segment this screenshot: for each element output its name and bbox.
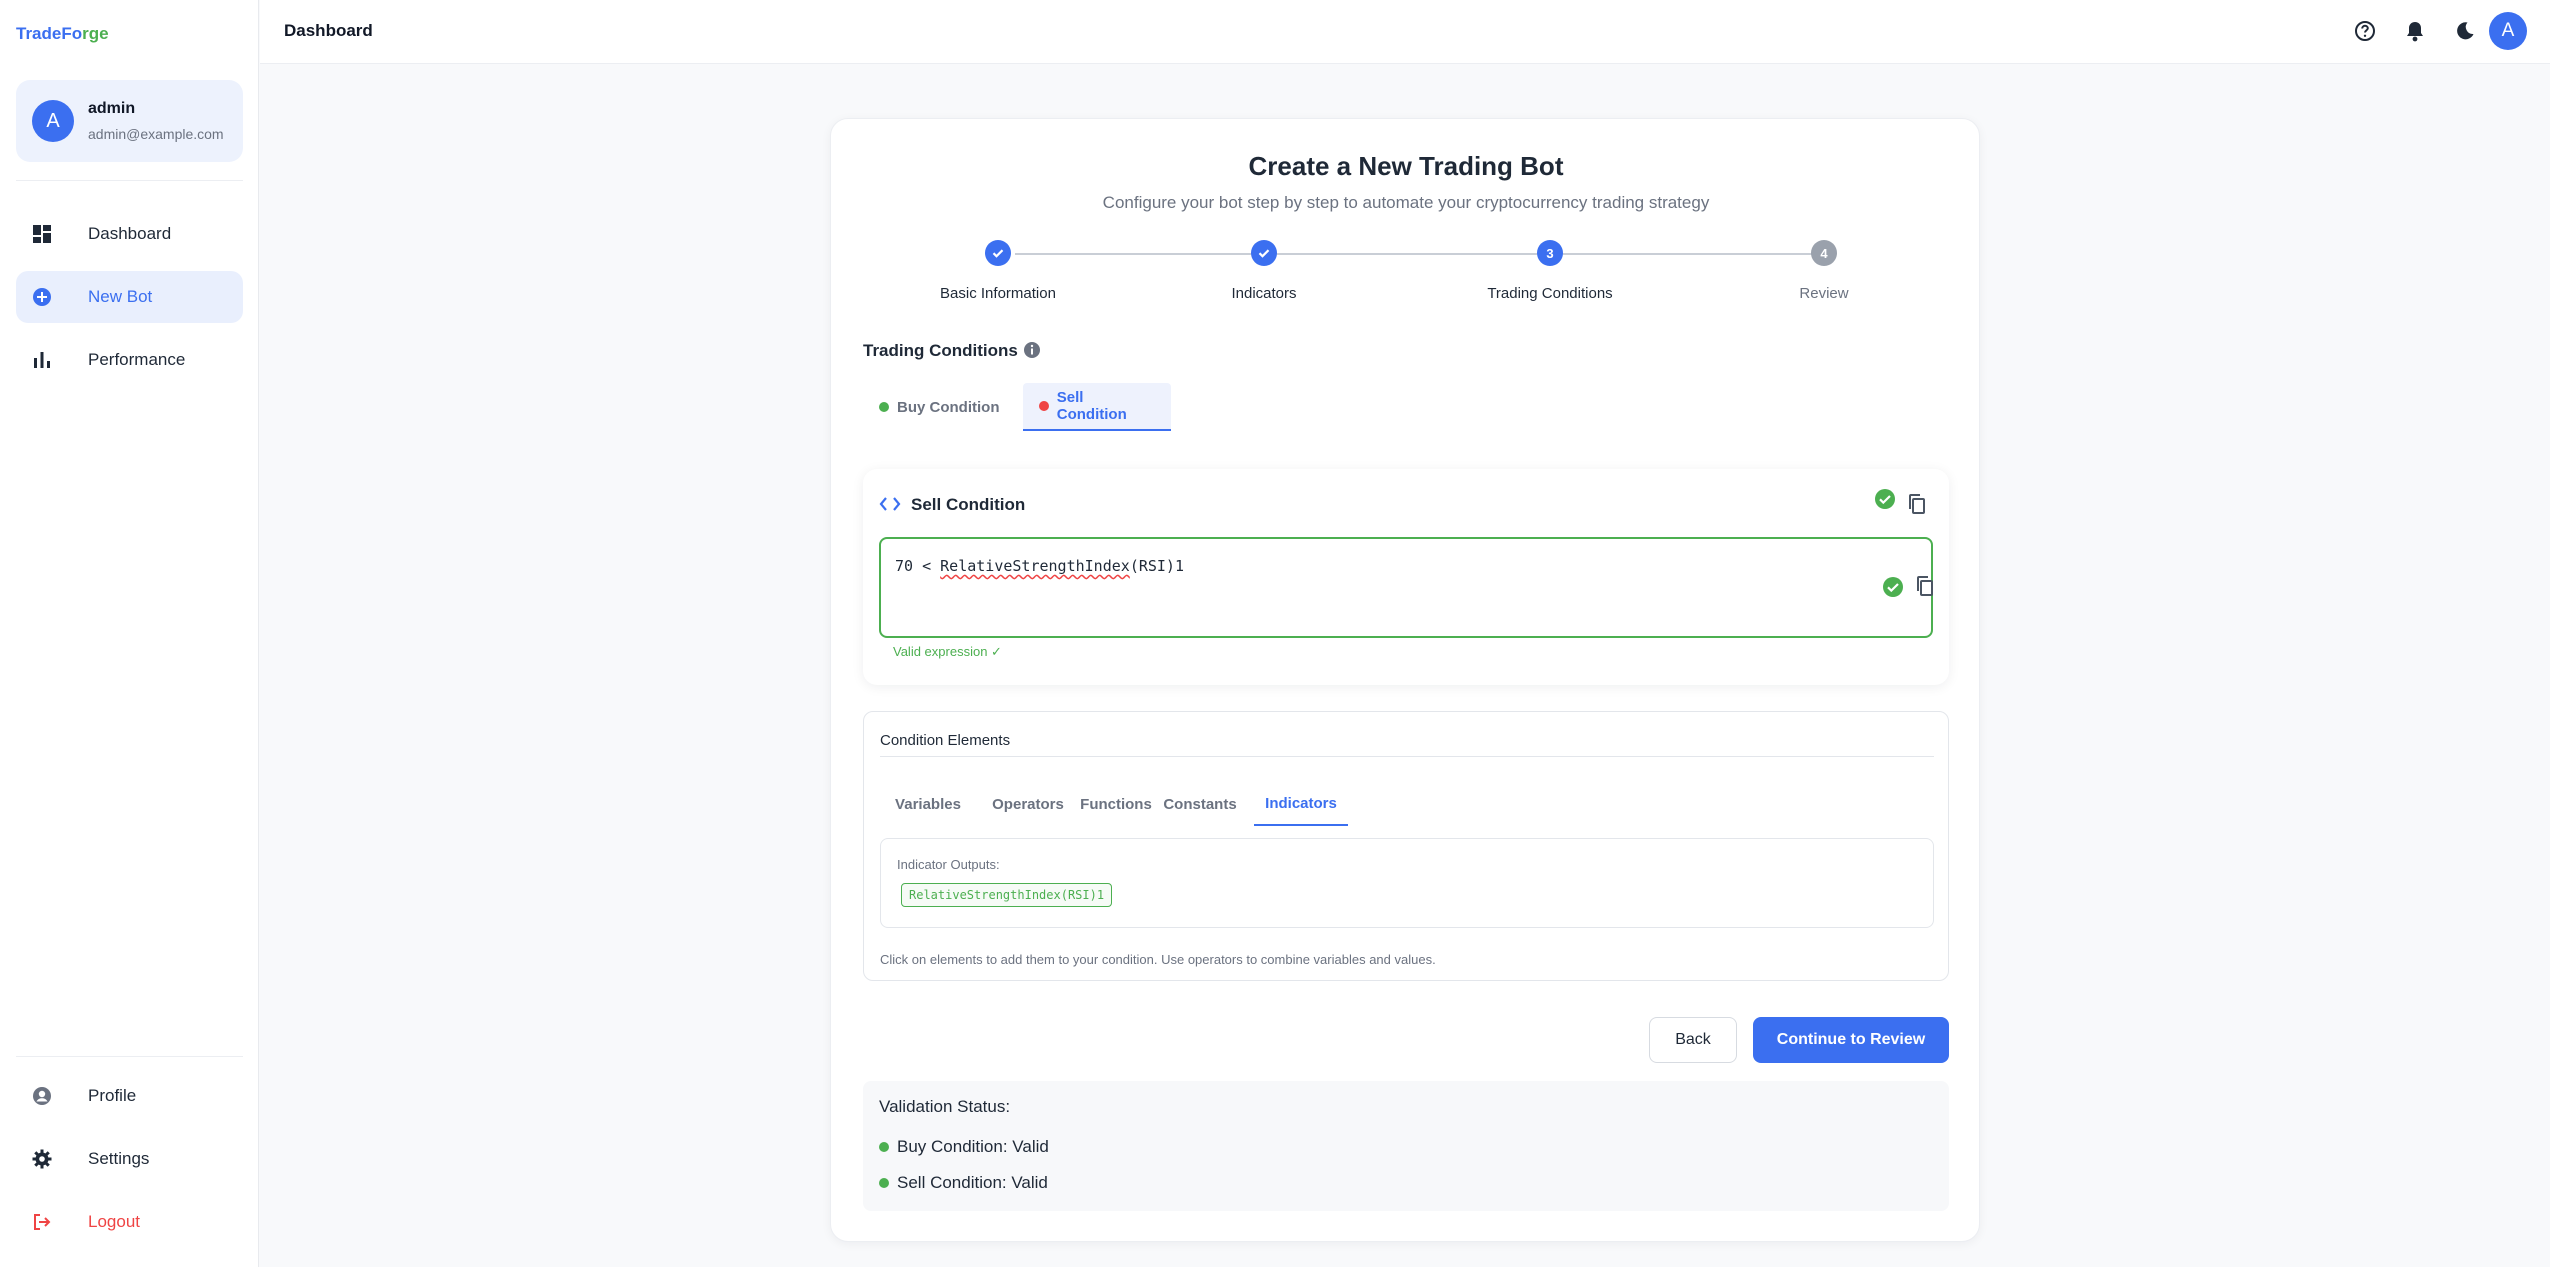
user-email: admin@example.com [88, 126, 224, 142]
info-icon[interactable] [1023, 341, 1041, 359]
expression-text: 70 < RelativeStrengthIndex(RSI)1 [895, 557, 1184, 575]
condition-elements-title: Condition Elements [880, 732, 1011, 749]
status-dot [1039, 401, 1049, 411]
create-bot-card: Create a New Trading Bot Configure your … [830, 118, 1980, 1242]
logout-icon [32, 1212, 52, 1232]
card-title: Create a New Trading Bot [1248, 151, 1564, 181]
gear-icon [32, 1149, 52, 1169]
dashboard-icon [32, 224, 52, 244]
check-circle-icon [1873, 487, 1897, 511]
sidebar-item-settings[interactable]: Settings [16, 1133, 243, 1185]
step-3-number: 3 [1537, 240, 1563, 266]
step-label: Review [1799, 285, 1849, 302]
copy-icon[interactable] [1915, 575, 1935, 597]
step-connector [1015, 253, 1251, 255]
step-label: Trading Conditions [1487, 285, 1613, 302]
tab-buy-condition[interactable]: Buy Condition [863, 383, 1015, 431]
copy-icon[interactable] [1907, 493, 1927, 515]
step-4-number: 4 [1811, 240, 1837, 266]
indicator-outputs-label: Indicator Outputs: [897, 857, 1000, 872]
card-subtitle: Configure your bot step by step to autom… [1102, 193, 1710, 212]
tab-indicators[interactable]: Indicators [1254, 782, 1348, 826]
tab-constants[interactable]: Constants [1136, 782, 1264, 826]
indicator-outputs: Indicator Outputs: RelativeStrengthIndex… [880, 838, 1934, 928]
validation-item: Buy Condition: Valid [879, 1137, 1049, 1157]
step-connector [1277, 253, 1537, 255]
sidebar-item-profile[interactable]: Profile [16, 1070, 243, 1122]
user-card[interactable]: A admin admin@example.com [16, 80, 243, 162]
status-dot [879, 402, 889, 412]
tab-sell-condition[interactable]: Sell Condition [1023, 383, 1171, 431]
condition-expression-input[interactable]: 70 < RelativeStrengthIndex(RSI)1 [879, 537, 1933, 638]
validation-status: Validation Status: Buy Condition: Valid … [863, 1081, 1949, 1211]
sidebar-item-dashboard[interactable]: Dashboard [16, 208, 243, 260]
brand-logo[interactable]: TradeForge [16, 24, 109, 44]
avatar: A [32, 100, 74, 142]
section-title: Trading Conditions [863, 341, 1018, 360]
add-circle-icon [32, 287, 52, 307]
top-bar: Dashboard A [260, 0, 2550, 64]
help-icon[interactable] [2352, 18, 2378, 44]
step-connector [1563, 253, 1823, 255]
check-icon [992, 249, 1004, 258]
code-icon [879, 495, 901, 513]
continue-to-review-button[interactable]: Continue to Review [1753, 1017, 1949, 1063]
dark-mode-icon[interactable] [2452, 18, 2478, 44]
step-1-complete [985, 240, 1011, 266]
sell-condition-panel: Sell Condition 70 < RelativeStrengthInde… [863, 469, 1949, 685]
check-icon [1258, 249, 1270, 258]
sidebar: TradeForge A admin admin@example.com Das… [0, 0, 259, 1267]
divider [880, 756, 1934, 757]
validation-title: Validation Status: [879, 1097, 1011, 1116]
sidebar-item-logout[interactable]: Logout [16, 1196, 243, 1248]
sidebar-item-new-bot[interactable]: New Bot [16, 271, 243, 323]
status-dot [879, 1178, 889, 1188]
help-text: Click on elements to add them to your co… [880, 952, 1436, 967]
account-icon [32, 1086, 52, 1106]
validation-message: Valid expression ✓ [893, 644, 1002, 659]
step-2-complete [1251, 240, 1277, 266]
back-button[interactable]: Back [1649, 1017, 1737, 1063]
bar-chart-icon [32, 350, 52, 370]
validation-item: Sell Condition: Valid [879, 1173, 1048, 1193]
header-avatar[interactable]: A [2489, 12, 2527, 50]
step-label: Indicators [1231, 285, 1297, 302]
user-name: admin [88, 100, 136, 117]
page-title: Dashboard [284, 21, 373, 40]
sell-condition-title: Sell Condition [911, 495, 1026, 514]
bell-icon[interactable] [2402, 18, 2428, 44]
condition-elements-panel: Condition Elements Variables Operators F… [863, 711, 1949, 981]
status-dot [879, 1142, 889, 1152]
sidebar-divider [16, 180, 243, 181]
sidebar-item-performance[interactable]: Performance [16, 334, 243, 386]
step-label: Basic Information [940, 285, 1056, 302]
indicator-output-chip[interactable]: RelativeStrengthIndex(RSI)1 [901, 883, 1113, 907]
check-circle-icon [1881, 575, 1905, 599]
sidebar-divider [16, 1056, 243, 1057]
